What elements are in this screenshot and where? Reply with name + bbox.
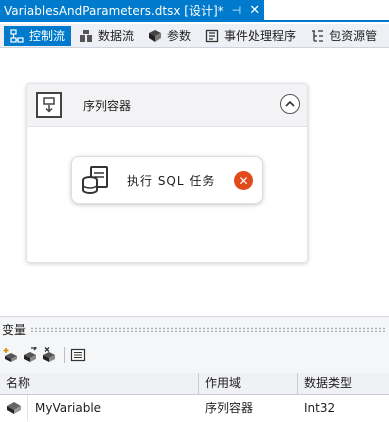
execute-sql-task-title: 执行 SQL 任务 (127, 174, 216, 188)
close-icon[interactable]: ✕ (249, 3, 260, 18)
data-flow-icon (79, 29, 93, 43)
sequence-container[interactable]: 序列容器 执行 SQL 任务 ✕ (26, 83, 308, 263)
variables-toolbar (0, 342, 389, 368)
tab-label: 包资源管 (329, 29, 378, 43)
pin-icon[interactable]: ⊣ (232, 4, 242, 17)
document-tab[interactable]: VariablesAndParameters.dtsx [设计]* ⊣ ✕ (0, 0, 264, 20)
sequence-container-title: 序列容器 (83, 99, 132, 113)
tab-label: 数据流 (98, 29, 135, 43)
sequence-container-header[interactable]: 序列容器 (27, 84, 307, 127)
designer-tabs: 控制流 数据流 参数 事件处理程序 包资源管 (0, 24, 389, 48)
tab-event-handlers[interactable]: 事件处理程序 (199, 26, 302, 46)
control-flow-design-surface[interactable]: 序列容器 执行 SQL 任务 ✕ (0, 48, 389, 316)
execute-sql-task-icon (80, 165, 110, 195)
execute-sql-task[interactable]: 执行 SQL 任务 ✕ (71, 156, 263, 204)
collapse-up-icon[interactable] (280, 94, 300, 114)
column-header-name[interactable]: 名称 (0, 373, 199, 394)
variable-type-cell[interactable]: Int32 (304, 395, 384, 421)
tab-control-flow[interactable]: 控制流 (4, 25, 72, 46)
parameters-icon (148, 29, 162, 43)
tab-label: 参数 (167, 29, 192, 43)
variables-pane: 变量 名称 作用域 数据类型 MyVariable 序列容器 Int32 (0, 316, 389, 422)
toolbar-separator (64, 347, 65, 363)
move-variable-icon[interactable] (22, 345, 38, 363)
tab-data-flow[interactable]: 数据流 (73, 26, 140, 46)
column-header-scope[interactable]: 作用域 (199, 373, 298, 394)
variables-pane-title-bar[interactable]: 变量 (0, 317, 389, 341)
variable-icon (0, 395, 28, 421)
variable-name-cell[interactable]: MyVariable (35, 395, 195, 421)
error-icon: ✕ (234, 171, 253, 190)
control-flow-icon (10, 28, 24, 43)
variables-pane-title: 变量 (2, 322, 27, 337)
add-variable-icon[interactable] (3, 347, 19, 363)
tab-parameters[interactable]: 参数 (142, 26, 197, 46)
tab-package-explorer[interactable]: 包资源管 (304, 26, 383, 46)
grid-options-icon[interactable] (70, 347, 86, 363)
package-explorer-icon (310, 29, 324, 43)
table-row[interactable]: MyVariable 序列容器 Int32 (0, 395, 389, 421)
drag-grip[interactable] (30, 326, 387, 332)
variables-grid: 名称 作用域 数据类型 MyVariable 序列容器 Int32 (0, 373, 389, 422)
document-tab-title: VariablesAndParameters.dtsx [设计]* (4, 3, 224, 18)
document-tab-strip: VariablesAndParameters.dtsx [设计]* ⊣ ✕ (0, 0, 389, 22)
sequence-container-icon (36, 92, 62, 118)
column-header-type[interactable]: 数据类型 (298, 373, 389, 394)
event-handlers-icon (205, 29, 219, 43)
tab-label: 事件处理程序 (224, 29, 297, 43)
variable-scope-cell[interactable]: 序列容器 (205, 395, 295, 421)
delete-variable-icon[interactable] (41, 347, 57, 363)
grid-header: 名称 作用域 数据类型 (0, 373, 389, 395)
tab-underline (0, 20, 389, 22)
tab-label: 控制流 (29, 29, 66, 43)
